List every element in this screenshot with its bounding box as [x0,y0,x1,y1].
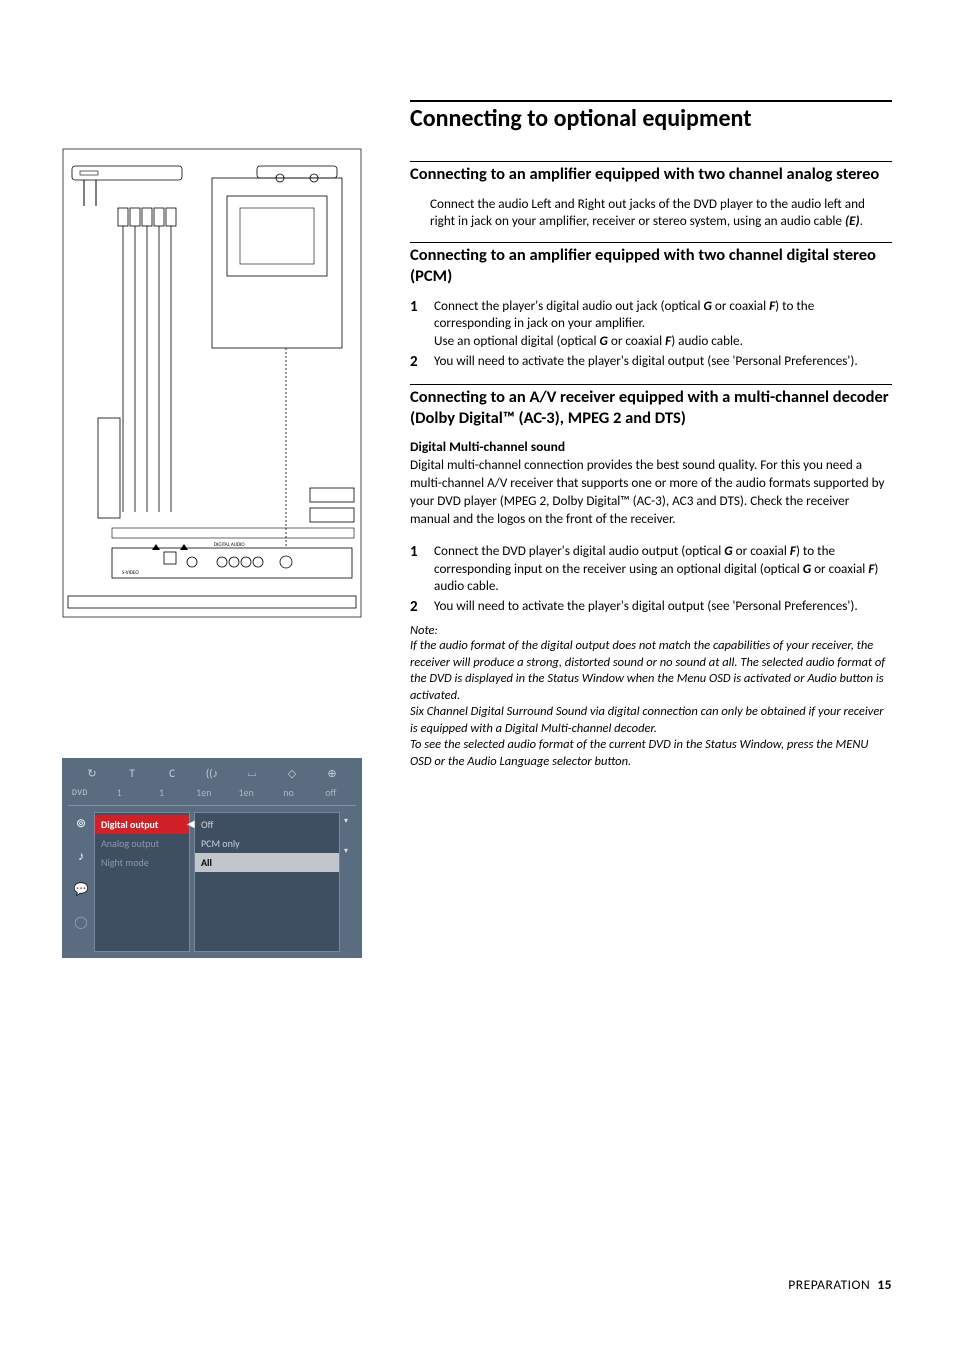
osd-option-item: All [195,853,339,872]
list-item: 1 Connect the player's digital audio out… [410,297,892,350]
note-paragraph: Six Channel Digital Surround Sound via d… [410,704,892,737]
osd-side-tabs: ⊚ ♪ 💬 ◯ [68,812,94,952]
osd-side-icon-language: 💬 [74,882,89,897]
pcm-steps: 1 Connect the player's digital audio out… [410,297,892,373]
section-heading-av: Connecting to an A/V receiver equipped w… [410,384,892,428]
osd-icon-audio: ((♪ [192,767,232,780]
osd-menu-item: Analog output [95,834,189,853]
osd-top-icon-row: ↻ T C ((♪ ⌴ ◇ ⊕ [68,764,356,786]
svg-text:DIGITAL AUDIO: DIGITAL AUDIO [214,542,245,548]
osd-icon-subtitle: ⌴ [232,766,272,780]
svg-text:S-VIDEO: S-VIDEO [122,570,139,576]
osd-icon-title: T [112,767,152,780]
osd-icon-angle: ◇ [272,767,312,780]
av-steps: 1 Connect the DVD player's digital audio… [410,542,892,618]
page-title: Connecting to optional equipment [410,100,892,133]
osd-option-list: ◀ Off PCM only All [194,812,340,952]
osd-icon-zoom: ⊕ [312,767,352,780]
section-heading-analog: Connecting to an amplifier equipped with… [410,161,892,185]
osd-side-icon-sound: ♪ [78,849,84,864]
list-item: 2 You will need to activate the player's… [410,352,892,372]
left-illustration-column: S-VIDEO DIGITAL AUDIO ↻ T C ((♪ ⌴ [62,100,382,958]
osd-dvd-label: DVD [72,788,98,798]
analog-body: Connect the audio Left and Right out jac… [410,195,892,231]
content-column: Connecting to optional equipment Connect… [410,100,892,958]
osd-icon-repeat: ↻ [72,767,112,780]
av-paragraph: Digital multi-channel connection provide… [410,456,892,527]
left-arrow-icon: ◀ [187,817,195,830]
page-footer: PREPARATION 15 [788,1276,892,1293]
osd-option-item: PCM only [195,834,339,853]
osd-side-icon-picture: ⊚ [76,816,86,831]
connection-diagram: S-VIDEO DIGITAL AUDIO [62,148,362,618]
footer-page-number: 15 [877,1276,892,1293]
section-heading-pcm: Connecting to an amplifier equipped with… [410,242,892,286]
osd-menu-list: Digital output Analog output Night mode [94,812,190,952]
osd-menu-item: Digital output [95,815,189,834]
osd-option-item: Off [195,815,339,834]
osd-menu-item: Night mode [95,853,189,872]
osd-icon-chapter: C [152,767,192,780]
note-paragraph: To see the selected audio format of the … [410,737,892,770]
list-item: 1 Connect the DVD player's digital audio… [410,542,892,595]
note-paragraph: If the audio format of the digital outpu… [410,638,892,704]
list-item: 2 You will need to activate the player's… [410,597,892,617]
osd-status-row: DVD 1 1 1en 1en no off [68,786,356,806]
av-subheading: Digital Multi-channel sound [410,438,892,455]
osd-scroll-marks: ▾▾ [344,812,356,952]
osd-menu-screenshot: ↻ T C ((♪ ⌴ ◇ ⊕ DVD 1 1 1en 1en no off ⊚ [62,758,362,958]
footer-section-label: PREPARATION [788,1276,870,1293]
note-label: Note: [410,623,892,638]
osd-side-icon-features: ◯ [74,915,87,930]
